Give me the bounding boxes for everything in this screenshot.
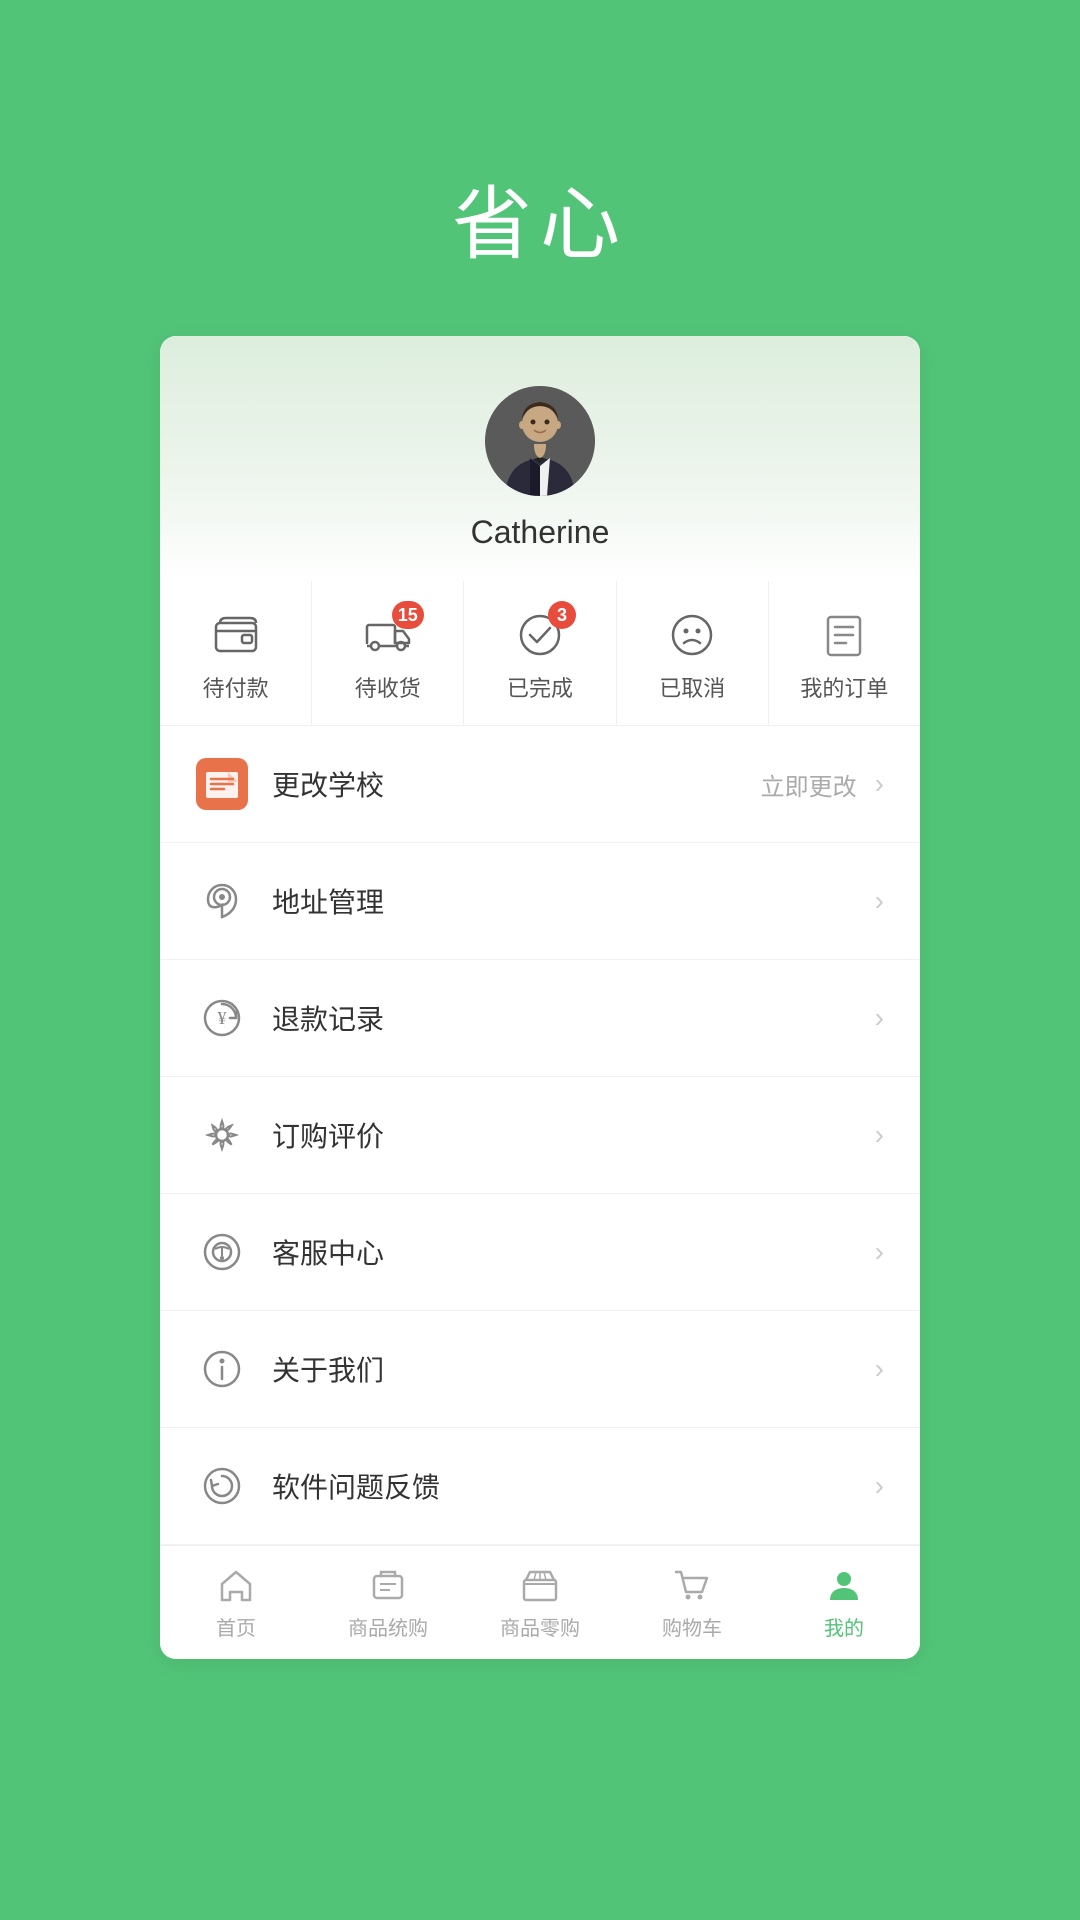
svg-text:¥: ¥	[218, 1008, 227, 1028]
about-icon	[196, 1343, 248, 1395]
username: Catherine	[471, 514, 610, 551]
tab-icon-wrap-pending-receive: 15	[362, 609, 414, 661]
tab-cancelled[interactable]: 已取消	[617, 581, 769, 725]
nav-item-home[interactable]: 首页	[160, 1546, 312, 1659]
tab-pending-receive[interactable]: 15 待收货	[312, 581, 464, 725]
profile-header: Catherine	[160, 336, 920, 581]
menu-text-review: 订购评价	[272, 1115, 875, 1155]
menu-item-service[interactable]: 客服中心 ›	[160, 1194, 920, 1311]
badge-pending-receive: 15	[392, 601, 424, 629]
cart-nav-icon	[672, 1566, 712, 1606]
refund-arrow: ›	[875, 1002, 884, 1034]
menu-text-about: 关于我们	[272, 1349, 875, 1389]
service-icon	[196, 1226, 248, 1278]
menu-text-feedback: 软件问题反馈	[272, 1466, 875, 1506]
bulk-nav-icon	[368, 1566, 408, 1606]
nav-label-home: 首页	[216, 1612, 256, 1641]
menu-text-address: 地址管理	[272, 881, 875, 921]
change-school-sub: 立即更改	[761, 767, 857, 802]
feedback-arrow: ›	[875, 1470, 884, 1502]
tab-icon-wrap-pending-pay	[210, 609, 262, 661]
refund-icon: ¥	[196, 992, 248, 1044]
wallet-icon	[212, 611, 260, 659]
school-icon	[196, 758, 248, 810]
nav-item-cart[interactable]: 购物车	[616, 1546, 768, 1659]
avatar[interactable]	[485, 386, 595, 496]
tab-label-completed: 已完成	[507, 671, 573, 703]
nav-label-retail: 商品零购	[500, 1612, 580, 1641]
service-arrow: ›	[875, 1236, 884, 1268]
tab-icon-wrap-completed: 3	[514, 609, 566, 661]
menu-item-about[interactable]: 关于我们 ›	[160, 1311, 920, 1428]
list-icon	[820, 611, 868, 659]
tab-label-pending-receive: 待收货	[355, 671, 421, 703]
menu-item-review[interactable]: 订购评价 ›	[160, 1077, 920, 1194]
menu-text-service: 客服中心	[272, 1232, 875, 1272]
main-card: Catherine 待付款	[160, 336, 920, 1659]
tab-icon-wrap-cancelled	[666, 609, 718, 661]
address-arrow: ›	[875, 885, 884, 917]
retail-nav-icon	[520, 1566, 560, 1606]
home-nav-icon	[216, 1566, 256, 1606]
nav-label-mine: 我的	[824, 1612, 864, 1641]
cancel-icon	[668, 611, 716, 659]
menu-text-change-school: 更改学校	[272, 764, 761, 804]
tab-pending-pay[interactable]: 待付款	[160, 581, 312, 725]
feedback-icon	[196, 1460, 248, 1512]
order-tabs: 待付款 15 待收货	[160, 581, 920, 726]
tab-label-pending-pay: 待付款	[203, 671, 269, 703]
app-title: 省心	[452, 160, 628, 276]
nav-item-retail[interactable]: 商品零购	[464, 1546, 616, 1659]
tab-my-orders[interactable]: 我的订单	[769, 581, 920, 725]
nav-item-bulk[interactable]: 商品统购	[312, 1546, 464, 1659]
menu-item-refund[interactable]: ¥ 退款记录 ›	[160, 960, 920, 1077]
tab-label-cancelled: 已取消	[659, 671, 725, 703]
nav-label-cart: 购物车	[662, 1612, 722, 1641]
tab-label-my-orders: 我的订单	[800, 671, 888, 703]
tab-icon-wrap-my-orders	[818, 609, 870, 661]
menu-item-address[interactable]: 地址管理 ›	[160, 843, 920, 960]
review-icon	[196, 1109, 248, 1161]
bottom-nav: 首页 商品统购 商品零购	[160, 1545, 920, 1659]
location-icon	[196, 875, 248, 927]
about-arrow: ›	[875, 1353, 884, 1385]
school-right: 立即更改 ›	[761, 767, 884, 802]
change-school-arrow: ›	[875, 768, 884, 800]
nav-item-mine[interactable]: 我的	[768, 1546, 920, 1659]
menu-item-change-school[interactable]: 更改学校 立即更改 ›	[160, 726, 920, 843]
menu-text-refund: 退款记录	[272, 998, 875, 1038]
badge-completed: 3	[548, 601, 576, 629]
person-nav-icon	[824, 1566, 864, 1606]
menu-item-feedback[interactable]: 软件问题反馈 ›	[160, 1428, 920, 1545]
tab-completed[interactable]: 3 已完成	[464, 581, 616, 725]
nav-label-bulk: 商品统购	[348, 1612, 428, 1641]
review-arrow: ›	[875, 1119, 884, 1151]
